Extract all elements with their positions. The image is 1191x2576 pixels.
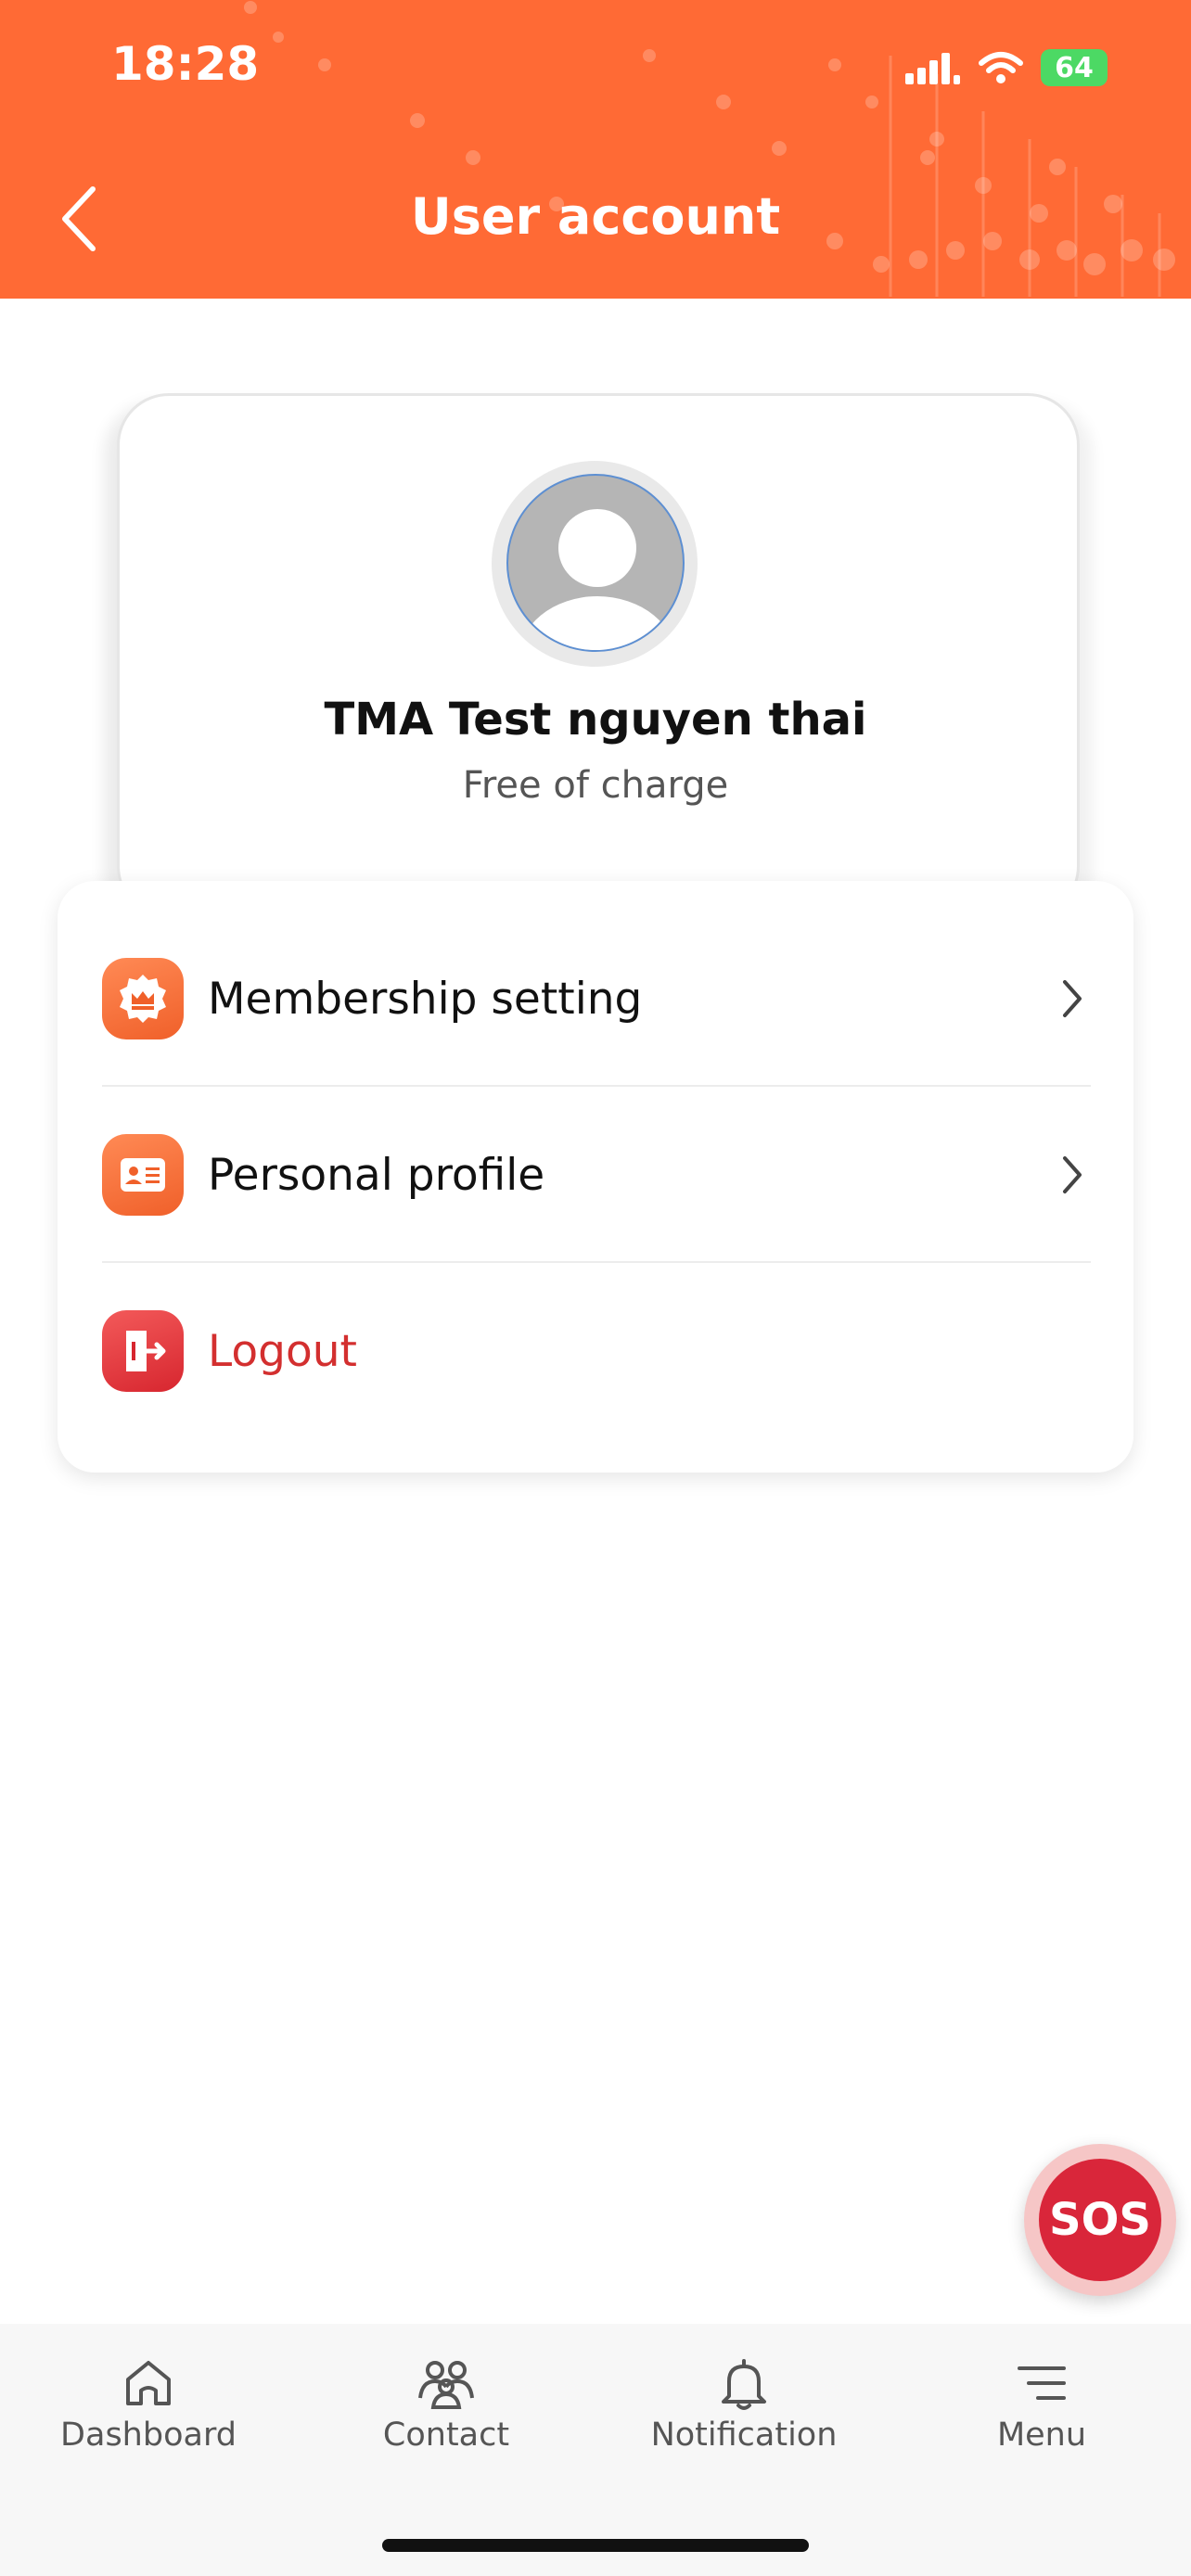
people-icon	[418, 2361, 474, 2409]
user-name: TMA Test nguyen thai	[324, 694, 867, 746]
id-card-icon	[102, 1134, 184, 1216]
tab-label: Notification	[650, 2417, 838, 2454]
battery-indicator: 64	[1041, 49, 1108, 86]
crown-badge-icon	[102, 958, 184, 1039]
cellular-signal-icon	[905, 53, 960, 84]
logout-door-icon	[102, 1310, 184, 1392]
app-header: 18:28 64 User account	[0, 0, 1191, 299]
status-icons: 64	[905, 45, 1108, 91]
chevron-right-icon	[1063, 980, 1082, 1017]
chevron-right-icon	[1063, 1156, 1082, 1193]
sos-button[interactable]: SOS	[1039, 2159, 1161, 2281]
avatar[interactable]	[506, 474, 685, 652]
tab-label: Dashboard	[60, 2417, 237, 2454]
battery-level: 64	[1055, 51, 1094, 84]
membership-plan: Free of charge	[462, 764, 729, 807]
menu-item-personal-profile[interactable]: Personal profile	[102, 1087, 1091, 1263]
tab-label: Contact	[382, 2417, 510, 2454]
user-silhouette-icon	[519, 509, 676, 650]
tab-notification[interactable]: Notification	[596, 2355, 892, 2467]
tab-dashboard[interactable]: Dashboard	[0, 2355, 297, 2467]
home-indicator	[382, 2539, 809, 2552]
menu-item-label: Logout	[208, 1325, 357, 1377]
wifi-icon	[979, 52, 1023, 83]
menu-item-label: Membership setting	[208, 973, 643, 1025]
hamburger-menu-icon	[1018, 2366, 1066, 2400]
menu-item-label: Personal profile	[208, 1149, 545, 1201]
tab-contact[interactable]: Contact	[298, 2355, 595, 2467]
menu-item-membership-setting[interactable]: Membership setting	[102, 911, 1091, 1087]
home-icon	[126, 2361, 171, 2405]
status-time: 18:28	[111, 37, 260, 91]
menu-item-logout[interactable]: Logout	[102, 1263, 1091, 1439]
page-title: User account	[410, 187, 781, 246]
tab-label: Menu	[996, 2417, 1087, 2454]
bell-icon	[722, 2359, 766, 2410]
account-menu: Membership setting Personal profile Logo…	[58, 881, 1133, 1473]
tab-menu[interactable]: Menu	[893, 2355, 1190, 2467]
